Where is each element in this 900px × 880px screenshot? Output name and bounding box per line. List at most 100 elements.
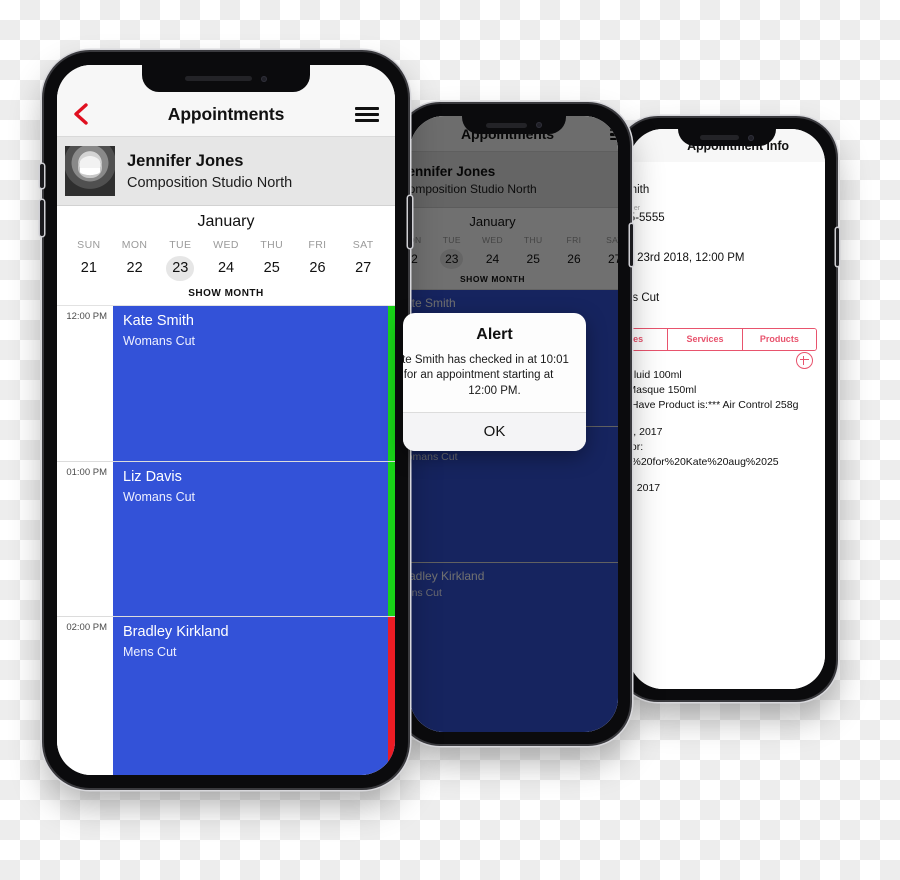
- hamburger-bar: [355, 107, 379, 110]
- calendar-day-27[interactable]: 27: [340, 256, 386, 281]
- add-plus-circle-icon[interactable]: [796, 352, 813, 369]
- front-camera-icon: [261, 75, 268, 82]
- alert-title: Alert: [476, 326, 513, 343]
- phone1-volume-down-button[interactable]: [40, 200, 44, 236]
- info-value-datetime: January 23rd 2018, 12:00 PM: [629, 252, 745, 264]
- appointment-client: Liz Davis: [123, 468, 182, 485]
- hamburger-menu-icon[interactable]: [355, 107, 379, 122]
- phone1-power-button[interactable]: [408, 196, 412, 248]
- day-number: 24: [217, 260, 235, 276]
- hamburger-bar: [355, 113, 379, 116]
- note-line: June 8th, 2017: [629, 425, 663, 438]
- phone1-stylist-text: Jennifer Jones Composition Studio North: [127, 152, 292, 191]
- calendar-day-21[interactable]: 21: [66, 256, 112, 281]
- dow-wed: WED: [213, 239, 239, 251]
- alert-ok-button[interactable]: OK: [403, 411, 586, 451]
- calendar-day-26[interactable]: 26: [295, 256, 341, 281]
- phone3-screen: Appointment Info Kate Smith Phone Number…: [629, 129, 825, 689]
- note-line: ***Must Have Product is:*** Air Control …: [629, 398, 799, 411]
- dow-sat: SAT: [352, 239, 374, 251]
- info-value-client: Kate Smith: [629, 184, 650, 196]
- day-number: 27: [355, 260, 372, 276]
- day-number: 23: [166, 256, 195, 281]
- phone1-calendar-month: January: [197, 213, 255, 230]
- phone2-notch: [462, 116, 566, 134]
- day-number: 22: [126, 260, 143, 276]
- front-camera-icon: [748, 134, 755, 141]
- calendar-day-22[interactable]: 22: [112, 256, 158, 281]
- note-line: Hair Color:: [629, 440, 644, 453]
- note-spacer: [629, 469, 819, 481]
- appointment-row[interactable]: 12:00 PM Kate Smith Womans Cut: [57, 305, 395, 461]
- phone-device-appointments: Appointments Jennifer Jones Composition …: [40, 52, 412, 788]
- phone-device-appointment-info: Appointment Info Kate Smith Phone Number…: [615, 118, 839, 700]
- appointment-time: 02:00 PM: [66, 621, 107, 633]
- stylist-avatar-photo: [65, 146, 115, 196]
- appointment-row[interactable]: 01:00 PM Liz Davis Womans Cut: [57, 460, 395, 616]
- appointment-row[interactable]: 02:00 PM Bradley Kirkland Mens Cut: [57, 615, 395, 775]
- alert-message-line: 12:00 PM.: [468, 384, 521, 397]
- phone1-page-title: Appointments: [167, 103, 285, 124]
- appointment-time: 12:00 PM: [66, 310, 107, 322]
- alert-message-line: Kate Smith has checked in at 10:01: [403, 354, 569, 366]
- appointment-block[interactable]: Liz Davis Womans Cut: [113, 461, 395, 616]
- alert-message: Kate Smith has checked in at 10:01 for a…: [403, 353, 586, 412]
- dow-tue: TUE: [169, 239, 192, 251]
- notes-list: Styling Fluid 100ml Fusion Masque 150ml …: [629, 368, 819, 496]
- tab-services[interactable]: Services: [667, 329, 742, 350]
- info-value-service: Womans Cut: [629, 292, 660, 304]
- phone1-stylist-name: Jennifer Jones: [127, 151, 244, 170]
- tab-notes[interactable]: Notes: [629, 329, 668, 350]
- front-camera-icon: [536, 122, 543, 128]
- info-value-phone: 555-555-5555: [629, 212, 665, 224]
- appointment-info-body: Kate Smith Phone Number 555-555-5555 Jan…: [629, 162, 825, 689]
- earpiece-speaker-icon: [485, 122, 528, 128]
- phone1-navbar: Appointments: [57, 92, 395, 137]
- dow-thu: THU: [260, 239, 284, 251]
- appointment-status-strip: [388, 616, 395, 775]
- appointment-client: Bradley Kirkland: [123, 623, 229, 640]
- dow-fri: FRI: [308, 239, 327, 251]
- earpiece-speaker-icon: [699, 135, 740, 140]
- info-field-client: Kate Smith: [629, 162, 825, 196]
- appointment-service: Mens Cut: [123, 644, 177, 659]
- appointment-block[interactable]: Kate Smith Womans Cut: [113, 305, 395, 461]
- day-number: 25: [263, 260, 280, 276]
- appointment-block[interactable]: Bradley Kirkland Mens Cut: [113, 616, 395, 775]
- calendar-day-24[interactable]: 24: [203, 256, 249, 281]
- note-line: May 3rd, 2017: [629, 482, 661, 495]
- phone1-calendar-strip: January SUN MON TUE WED THU FRI SAT 21 2…: [57, 206, 395, 305]
- info-field-phone: Phone Number 555-555-5555: [629, 196, 825, 224]
- day-number: 26: [309, 260, 326, 276]
- phone1-stylist-bar[interactable]: Jennifer Jones Composition Studio North: [57, 137, 395, 206]
- appointment-time: 01:00 PM: [66, 466, 107, 478]
- phone1-calendar-dow-row: SUN MON TUE WED THU FRI SAT: [66, 239, 386, 251]
- calendar-day-25[interactable]: 25: [249, 256, 295, 281]
- phone1-agenda-list[interactable]: 12:00 PM Kate Smith Womans Cut 01:00 PM …: [57, 304, 395, 775]
- alert-message-line: for an appointment starting at: [403, 369, 554, 382]
- phone3-power-button[interactable]: [836, 228, 839, 266]
- phone2-power-button[interactable]: [630, 224, 633, 266]
- note-spacer: [629, 413, 819, 425]
- phone1-calendar-day-row: 21 22 23 24 25 26 27: [66, 256, 386, 281]
- back-chevron-icon[interactable]: [73, 103, 89, 125]
- phone1-stylist-studio: Composition Studio North: [127, 174, 293, 191]
- phone1-volume-up-button[interactable]: [40, 164, 44, 188]
- note-line: Fusion Masque 150ml: [629, 383, 697, 396]
- info-label-phone: Phone Number: [629, 205, 641, 212]
- appointment-status-strip: [388, 305, 395, 461]
- appointment-service: Womans Cut: [123, 489, 196, 504]
- calendar-day-23[interactable]: 23: [157, 256, 203, 281]
- phone1-show-month-button[interactable]: SHOW MONTH: [66, 288, 386, 299]
- tab-products[interactable]: Products: [741, 329, 816, 350]
- dow-mon: MON: [121, 239, 148, 251]
- info-field-datetime: January 23rd 2018, 12:00 PM: [629, 224, 825, 264]
- info-label-service: Service: [629, 304, 815, 311]
- hamburger-bar: [355, 119, 379, 122]
- dow-sun: SUN: [77, 239, 101, 251]
- alert-dialog: Alert Kate Smith has checked in at 10:01…: [403, 313, 586, 451]
- appointment-client: Kate Smith: [123, 312, 194, 329]
- appointment-status-strip: [388, 461, 395, 616]
- phone1-notch: [142, 65, 310, 92]
- appointment-info-tab-bar: Notes Services Products: [629, 328, 817, 351]
